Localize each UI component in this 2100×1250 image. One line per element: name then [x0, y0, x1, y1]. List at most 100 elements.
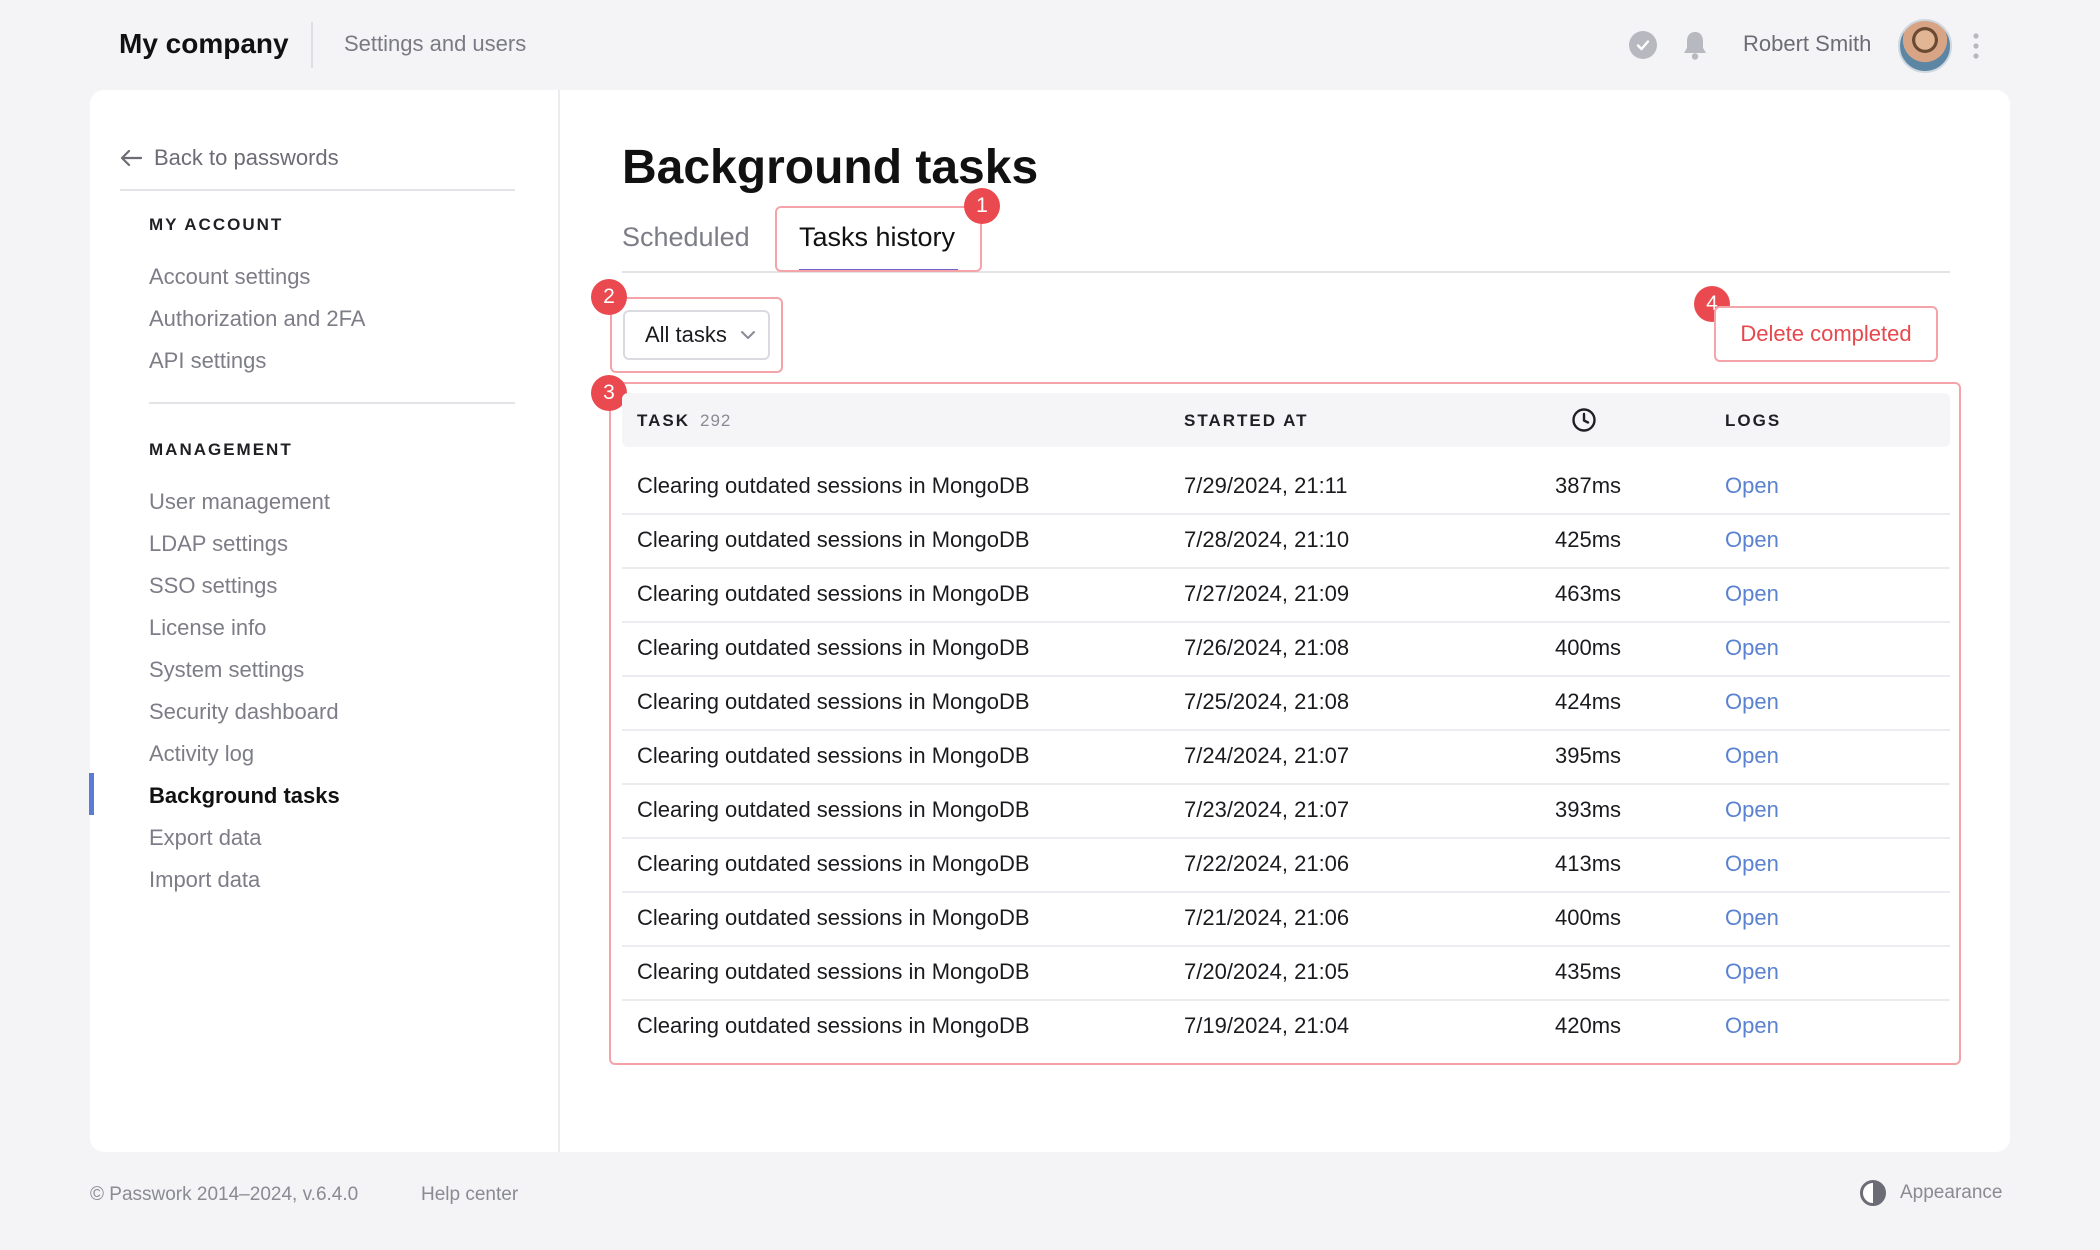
sidebar-item-api-settings[interactable]: API settings	[149, 348, 266, 374]
task-name: Clearing outdated sessions in MongoDB	[637, 743, 1030, 768]
started-at: 7/20/2024, 21:05	[1184, 959, 1350, 984]
active-indicator	[89, 773, 94, 815]
tab-scheduled[interactable]: Scheduled	[622, 222, 750, 253]
table-row: Clearing outdated sessions in MongoDB 7/…	[622, 893, 1950, 947]
callout-badge-1: 1	[964, 188, 1000, 224]
table-row: Clearing outdated sessions in MongoDB 7/…	[622, 947, 1950, 1001]
sidebar: Back to passwords MY ACCOUNT Account set…	[89, 90, 560, 1152]
duration: 393ms	[1555, 797, 1622, 822]
duration: 424ms	[1555, 689, 1622, 714]
sidebar-item-background-tasks[interactable]: Background tasks	[149, 783, 340, 809]
sidebar-item-import-data[interactable]: Import data	[149, 867, 260, 893]
task-name: Clearing outdated sessions in MongoDB	[637, 581, 1030, 606]
arrow-left-icon	[120, 149, 142, 167]
started-at: 7/22/2024, 21:06	[1184, 851, 1350, 876]
open-logs-link[interactable]: Open	[1725, 581, 1779, 607]
table-header: TASK 292 STARTED AT LOGS	[622, 393, 1950, 447]
company-name[interactable]: My company	[119, 28, 289, 60]
chevron-down-icon	[740, 331, 755, 339]
duration: 400ms	[1555, 905, 1622, 930]
bell-icon[interactable]	[1680, 29, 1710, 61]
sidebar-item-activity-log[interactable]: Activity log	[149, 741, 254, 767]
back-to-passwords-link[interactable]: Back to passwords	[120, 145, 339, 171]
started-at: 7/19/2024, 21:04	[1184, 1013, 1350, 1038]
help-center-link[interactable]: Help center	[421, 1184, 518, 1206]
duration: 463ms	[1555, 581, 1622, 606]
back-label: Back to passwords	[154, 145, 339, 170]
sidebar-item-user-management[interactable]: User management	[149, 489, 330, 515]
duration: 420ms	[1555, 1013, 1622, 1038]
task-name: Clearing outdated sessions in MongoDB	[637, 959, 1030, 984]
open-logs-link[interactable]: Open	[1725, 959, 1779, 985]
duration: 425ms	[1555, 527, 1622, 552]
divider	[311, 22, 313, 68]
table-row: Clearing outdated sessions in MongoDB 7/…	[622, 839, 1950, 893]
divider	[120, 189, 515, 191]
duration: 435ms	[1555, 959, 1622, 984]
duration: 387ms	[1555, 473, 1622, 498]
my-account-heading: MY ACCOUNT	[149, 215, 284, 234]
task-count: 292	[700, 411, 732, 430]
delete-completed-button[interactable]: Delete completed	[1714, 306, 1938, 362]
task-name: Clearing outdated sessions in MongoDB	[637, 797, 1030, 822]
section-title: Settings and users	[344, 31, 527, 56]
task-name: Clearing outdated sessions in MongoDB	[637, 851, 1030, 876]
callout-box-tabs	[775, 206, 982, 272]
sidebar-item-security-dashboard[interactable]: Security dashboard	[149, 699, 339, 725]
sidebar-item-ldap-settings[interactable]: LDAP settings	[149, 531, 288, 557]
top-bar: My company Settings and users Robert Smi…	[0, 0, 2100, 90]
started-at: 7/25/2024, 21:08	[1184, 689, 1350, 714]
appearance-label: Appearance	[1900, 1182, 2003, 1203]
table-row: Clearing outdated sessions in MongoDB 7/…	[622, 623, 1950, 677]
task-name: Clearing outdated sessions in MongoDB	[637, 527, 1030, 552]
task-name: Clearing outdated sessions in MongoDB	[637, 689, 1030, 714]
sidebar-item-account-settings[interactable]: Account settings	[149, 264, 310, 290]
table-row: Clearing outdated sessions in MongoDB 7/…	[622, 1001, 1950, 1055]
open-logs-link[interactable]: Open	[1725, 905, 1779, 931]
open-logs-link[interactable]: Open	[1725, 635, 1779, 661]
table-row: Clearing outdated sessions in MongoDB 7/…	[622, 461, 1950, 515]
task-name: Clearing outdated sessions in MongoDB	[637, 473, 1030, 498]
sidebar-item-license-info[interactable]: License info	[149, 615, 266, 641]
started-at: 7/27/2024, 21:09	[1184, 581, 1350, 606]
open-logs-link[interactable]: Open	[1725, 851, 1779, 877]
open-logs-link[interactable]: Open	[1725, 689, 1779, 715]
open-logs-link[interactable]: Open	[1725, 473, 1779, 499]
appearance-toggle[interactable]: Appearance	[1860, 1180, 2002, 1206]
sidebar-item-system-settings[interactable]: System settings	[149, 657, 304, 683]
open-logs-link[interactable]: Open	[1725, 527, 1779, 553]
clock-icon[interactable]	[1571, 407, 1597, 433]
kebab-menu-icon[interactable]	[1972, 33, 1980, 59]
callout-badge-2: 2	[591, 279, 627, 315]
management-heading: MANAGEMENT	[149, 440, 293, 459]
column-header-task[interactable]: TASK 292	[637, 411, 731, 431]
footer-copyright: © Passwork 2014–2024, v.6.4.0	[90, 1184, 359, 1205]
started-at: 7/23/2024, 21:07	[1184, 797, 1350, 822]
sidebar-item-authorization-2fa[interactable]: Authorization and 2FA	[149, 306, 365, 332]
check-circle-icon[interactable]	[1629, 31, 1657, 59]
user-name[interactable]: Robert Smith	[1743, 31, 1871, 57]
open-logs-link[interactable]: Open	[1725, 1013, 1779, 1039]
duration: 413ms	[1555, 851, 1622, 876]
started-at: 7/29/2024, 21:11	[1184, 473, 1348, 498]
filter-selected-value: All tasks	[645, 322, 727, 347]
duration: 400ms	[1555, 635, 1622, 660]
open-logs-link[interactable]: Open	[1725, 797, 1779, 823]
started-at: 7/26/2024, 21:08	[1184, 635, 1350, 660]
avatar[interactable]	[1898, 19, 1952, 73]
duration: 395ms	[1555, 743, 1622, 768]
started-at: 7/24/2024, 21:07	[1184, 743, 1350, 768]
task-filter-select[interactable]: All tasks	[623, 310, 770, 360]
sidebar-item-export-data[interactable]: Export data	[149, 825, 262, 851]
task-header-label: TASK	[637, 411, 691, 430]
task-table-body: Clearing outdated sessions in MongoDB 7/…	[622, 461, 1950, 1055]
table-row: Clearing outdated sessions in MongoDB 7/…	[622, 785, 1950, 839]
column-header-logs: LOGS	[1725, 411, 1782, 430]
column-header-started-at[interactable]: STARTED AT	[1184, 411, 1309, 431]
open-logs-link[interactable]: Open	[1725, 743, 1779, 769]
started-at: 7/28/2024, 21:10	[1184, 527, 1350, 552]
sidebar-item-sso-settings[interactable]: SSO settings	[149, 573, 277, 599]
task-name: Clearing outdated sessions in MongoDB	[637, 905, 1030, 930]
page-title: Background tasks	[622, 141, 1039, 194]
divider	[149, 402, 515, 404]
